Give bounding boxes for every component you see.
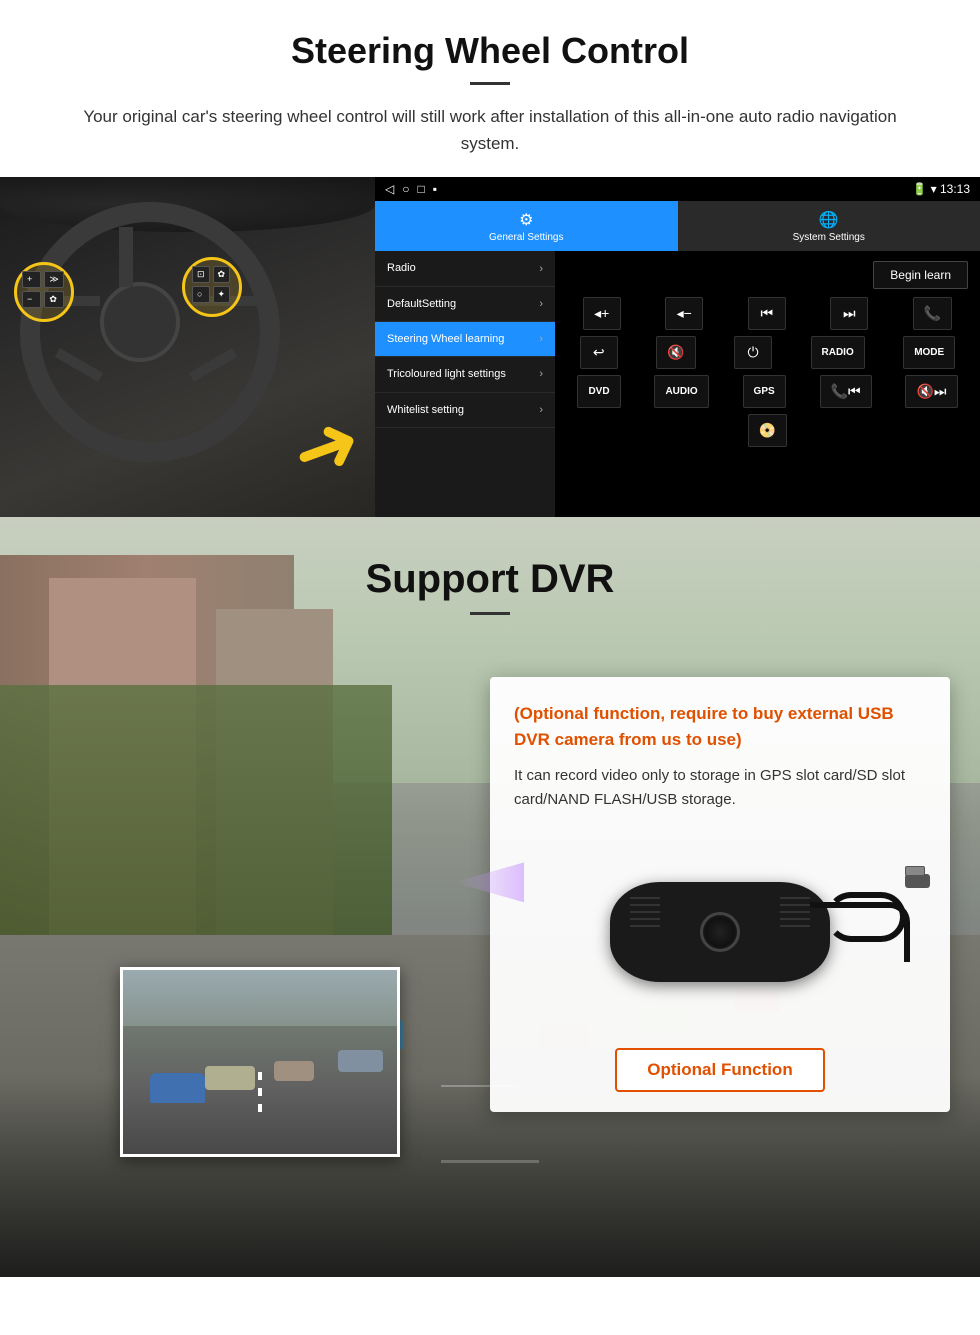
control-panel: Begin learn ◂+ ◂− ⏮ ⏭ 📞 ↩ 🔇 ⏻ RADIO MODE <box>555 251 980 517</box>
gear-icon: ⚙ <box>519 210 533 230</box>
dvr-preview-thumbnail <box>120 967 400 1157</box>
vol-up-button[interactable]: ◂+ <box>583 297 621 330</box>
page-subtitle: Your original car's steering wheel contr… <box>60 103 920 157</box>
chevron-icon: › <box>539 333 543 345</box>
android-ui: ◁ ○ □ ▪ 🔋 ▾ 13:13 ⚙ General Settings 🌐 S… <box>375 177 980 517</box>
vol-down-button[interactable]: ◂− <box>665 297 703 330</box>
optional-text: (Optional function, require to buy exter… <box>514 701 926 752</box>
begin-learn-row: Begin learn <box>563 259 972 291</box>
tab-general-label: General Settings <box>489 232 564 243</box>
phone-button[interactable]: 📞 <box>913 297 952 330</box>
next-track-button[interactable]: ⏭ <box>830 297 868 330</box>
home-nav-icon[interactable]: ○ <box>402 182 409 196</box>
dvr-info-card: (Optional function, require to buy exter… <box>490 677 950 1112</box>
recent-nav-icon[interactable]: □ <box>417 182 424 196</box>
camera-body <box>610 882 830 982</box>
dvr-title: Support DVR <box>0 557 980 602</box>
tel-prev-button[interactable]: 📞⏮ <box>820 375 872 408</box>
mute-next-button[interactable]: 🔇⏭ <box>905 375 957 408</box>
dvr-camera-image <box>514 832 926 1032</box>
menu-item-default[interactable]: DefaultSetting › <box>375 287 555 322</box>
menu-item-radio[interactable]: Radio › <box>375 251 555 286</box>
status-nav-icons: ◁ ○ □ ▪ <box>385 182 437 196</box>
control-row-1: ◂+ ◂− ⏮ ⏭ 📞 <box>563 297 972 330</box>
menu-item-whitelist[interactable]: Whitelist setting › <box>375 393 555 428</box>
chevron-icon: › <box>539 368 543 380</box>
tab-system-label: System Settings <box>793 232 865 243</box>
gps-button[interactable]: GPS <box>743 375 786 408</box>
back-button[interactable]: ↩ <box>580 336 618 369</box>
dvd-button[interactable]: DVD <box>577 375 620 408</box>
prev-track-button[interactable]: ⏮ <box>748 297 786 330</box>
menu-area: Radio › DefaultSetting › Steering Wheel … <box>375 251 980 517</box>
menu-item-tricoloured[interactable]: Tricoloured light settings › <box>375 357 555 392</box>
power-button[interactable]: ⏻ <box>734 336 772 369</box>
chevron-icon: › <box>539 404 543 416</box>
tab-general-settings[interactable]: ⚙ General Settings <box>375 201 678 251</box>
settings-tabs: ⚙ General Settings 🌐 System Settings <box>375 201 980 251</box>
chevron-icon: › <box>539 263 543 275</box>
audio-button[interactable]: AUDIO <box>654 375 708 408</box>
dvr-description: It can record video only to storage in G… <box>514 764 926 812</box>
tab-system-settings[interactable]: 🌐 System Settings <box>678 201 980 251</box>
mode-button[interactable]: MODE <box>903 336 955 369</box>
begin-learn-button[interactable]: Begin learn <box>873 261 968 289</box>
dvr-title-divider <box>470 612 510 615</box>
chevron-icon: › <box>539 298 543 310</box>
control-row-2: ↩ 🔇 ⏻ RADIO MODE <box>563 336 972 369</box>
steering-wheel-image: + ≫ − ✿ ⊡ ✿ ○ ✦ ➜ <box>0 177 375 517</box>
control-row-4: 📀 <box>563 414 972 447</box>
optional-function-button[interactable]: Optional Function <box>615 1048 824 1092</box>
status-time: 🔋 ▾ 13:13 <box>912 182 970 196</box>
dvr-title-area: Support DVR <box>0 517 980 635</box>
dvd-icon-button[interactable]: 📀 <box>748 414 787 447</box>
steering-section: Steering Wheel Control Your original car… <box>0 0 980 157</box>
menu-item-steering[interactable]: Steering Wheel learning › <box>375 322 555 357</box>
dvr-section: Support DVR (Optional function, require … <box>0 517 980 1277</box>
usb-plug <box>905 874 930 888</box>
title-divider <box>470 82 510 85</box>
control-row-3: DVD AUDIO GPS 📞⏮ 🔇⏭ <box>563 375 972 408</box>
steering-demo: + ≫ − ✿ ⊡ ✿ ○ ✦ ➜ ◁ ○ □ ▪ 🔋 ▾ 13:13 <box>0 177 980 517</box>
system-icon: 🌐 <box>819 210 839 230</box>
signal-icon: 🔋 ▾ <box>912 182 936 196</box>
back-nav-icon[interactable]: ◁ <box>385 182 394 196</box>
camera-lens <box>700 912 740 952</box>
status-bar: ◁ ○ □ ▪ 🔋 ▾ 13:13 <box>375 177 980 201</box>
menu-list: Radio › DefaultSetting › Steering Wheel … <box>375 251 555 517</box>
menu-nav-icon[interactable]: ▪ <box>433 182 437 196</box>
mute-button[interactable]: 🔇 <box>656 336 695 369</box>
radio-button[interactable]: RADIO <box>811 336 865 369</box>
page-title: Steering Wheel Control <box>40 30 940 72</box>
